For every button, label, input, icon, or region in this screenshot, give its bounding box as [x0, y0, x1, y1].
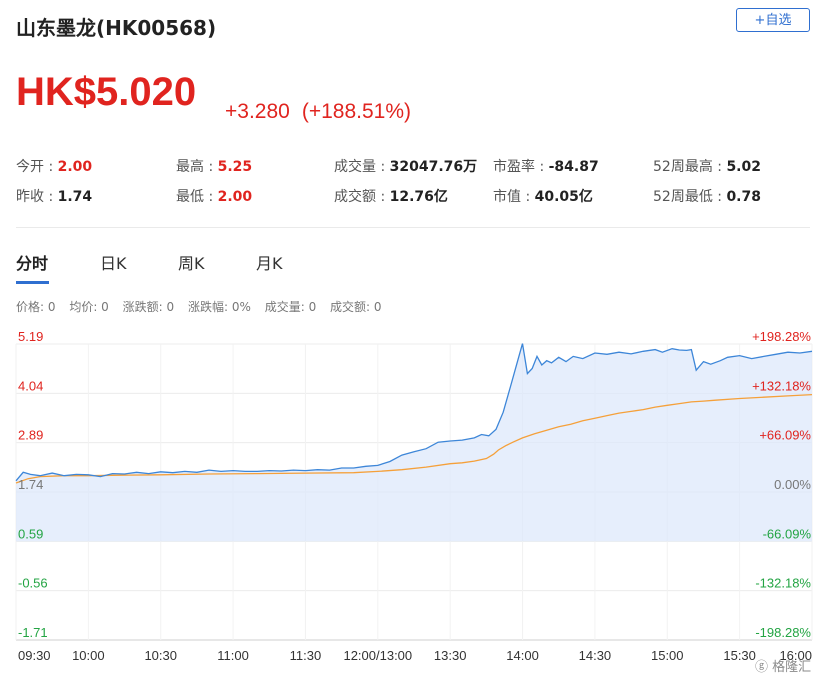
- y-tick-label: 4.04: [18, 378, 43, 393]
- stat-high: 最高 : 5.25: [176, 156, 252, 176]
- stat-value: 40.05亿: [534, 189, 593, 205]
- stat-label: 52周最低 :: [653, 189, 727, 205]
- current-price: HK$5.020: [16, 70, 197, 114]
- watermark-icon: ⓖ: [755, 660, 769, 675]
- y-tick-label: 1.74: [18, 477, 43, 492]
- stat-value: 0.78: [726, 189, 761, 205]
- stat-label: 最低 :: [176, 189, 218, 205]
- stat-label: 市值 :: [493, 189, 535, 205]
- x-tick-label: 14:30: [579, 648, 612, 663]
- stat-low: 最低 : 2.00: [176, 186, 252, 206]
- x-tick-label: 11:30: [290, 648, 322, 663]
- stat-label: 成交量 :: [334, 159, 390, 175]
- crosshair-info-bar: 价格: 0 均价: 0 涨跌额: 0 涨跌幅: 0% 成交量: 0 成交额: 0: [16, 298, 392, 315]
- stat-value: 2.00: [217, 189, 253, 205]
- stat-label: 今开 :: [16, 159, 58, 175]
- x-tick-label: 10:00: [72, 648, 105, 663]
- stat-label: 昨收 :: [16, 189, 58, 205]
- y-tick-label: -0.56: [18, 576, 48, 591]
- y-tick-label-pct: +132.18%: [752, 378, 811, 393]
- stat-value: -84.87: [548, 159, 599, 175]
- info-avg-price: 均价: 0: [69, 300, 109, 314]
- change-percent: (+188.51%): [301, 100, 411, 123]
- y-tick-label: 2.89: [18, 428, 43, 443]
- info-change-pct: 涨跌幅: 0%: [187, 300, 251, 314]
- tab-weekly-k[interactable]: 周K: [178, 250, 205, 274]
- y-tick-label-pct: +66.09%: [759, 428, 811, 443]
- y-tick-label-pct: 0.00%: [774, 477, 811, 492]
- y-tick-label-pct: -198.28%: [755, 625, 811, 640]
- stat-open: 今开 : 2.00: [16, 156, 92, 176]
- active-tab-indicator: [16, 281, 49, 284]
- x-tick-label: 09:30: [18, 648, 51, 663]
- x-tick-label: 10:30: [144, 648, 177, 663]
- stock-title: 山东墨龙(HK00568): [16, 16, 217, 40]
- stat-value: 5.02: [726, 159, 761, 175]
- stat-label: 52周最高 :: [653, 159, 727, 175]
- tab-daily-k[interactable]: 日K: [100, 250, 127, 274]
- stat-value: 2.00: [57, 159, 93, 175]
- info-volume: 成交量: 0: [264, 300, 317, 314]
- tab-monthly-k[interactable]: 月K: [256, 250, 283, 274]
- stat-volume: 成交量 : 32047.76万: [334, 156, 477, 176]
- stat-prev-close: 昨收 : 1.74: [16, 186, 92, 206]
- info-price: 价格: 0: [16, 300, 56, 314]
- stat-turnover: 成交额 : 12.76亿: [334, 186, 448, 206]
- x-tick-label: 15:00: [651, 648, 684, 663]
- intraday-chart[interactable]: 5.19 +198.28% 4.04 +132.18% 2.89 +66.09% 1.74 0…: [0, 330, 835, 670]
- price-change: +3.280 (+188.51%): [225, 100, 411, 124]
- stat-label: 最高 :: [176, 159, 218, 175]
- x-tick-label: 12:00/13:00: [343, 648, 412, 663]
- watermark-text: 格隆汇: [772, 660, 812, 675]
- stat-pe: 市盈率 : -84.87: [493, 156, 599, 176]
- y-tick-label-pct: +198.28%: [752, 330, 811, 344]
- stat-52w-low: 52周最低 : 0.78: [653, 186, 761, 206]
- stat-value: 32047.76万: [389, 159, 478, 175]
- x-tick-label: 14:00: [506, 648, 539, 663]
- y-tick-label: 0.59: [18, 526, 43, 541]
- stat-value: 5.25: [217, 159, 253, 175]
- section-divider: [16, 227, 810, 228]
- y-tick-label: -1.71: [18, 625, 48, 640]
- info-change: 涨跌额: 0: [122, 300, 175, 314]
- stat-value: 1.74: [57, 189, 93, 205]
- add-to-watchlist-button[interactable]: +自选: [736, 8, 810, 32]
- info-turnover: 成交额: 0: [330, 300, 382, 314]
- stat-market-cap: 市值 : 40.05亿: [493, 186, 593, 206]
- stat-value: 12.76亿: [389, 189, 448, 205]
- x-tick-label: 11:00: [217, 648, 249, 663]
- change-amount: +3.280: [225, 100, 290, 123]
- y-tick-label: 5.19: [18, 330, 43, 344]
- watermark-logo: ⓖ 格隆汇: [755, 656, 811, 675]
- stat-label: 成交额 :: [334, 189, 390, 205]
- y-tick-label-pct: -66.09%: [763, 526, 812, 541]
- x-tick-label: 15:30: [723, 648, 756, 663]
- x-tick-label: 13:30: [434, 648, 467, 663]
- stat-label: 市盈率 :: [493, 159, 549, 175]
- y-tick-label-pct: -132.18%: [755, 576, 811, 591]
- tab-intraday[interactable]: 分时: [16, 250, 48, 274]
- stat-52w-high: 52周最高 : 5.02: [653, 156, 761, 176]
